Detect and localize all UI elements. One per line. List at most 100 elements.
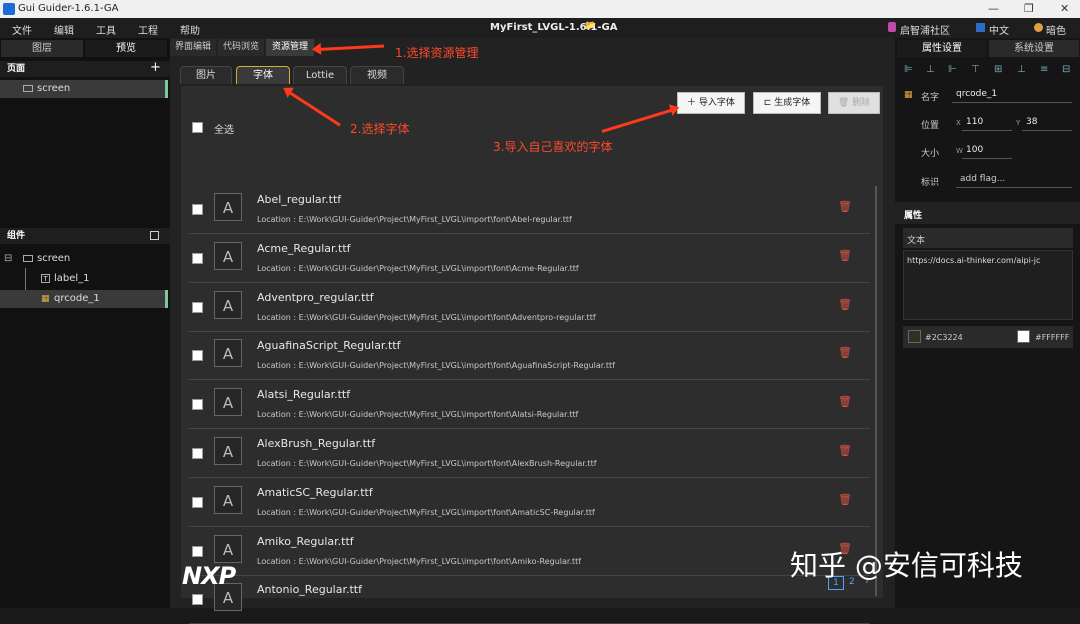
tab-resource-manager[interactable]: 资源管理 bbox=[266, 39, 314, 56]
light-color-value: #FFFFFF bbox=[1035, 333, 1070, 342]
dark-color-swatch[interactable] bbox=[908, 330, 921, 343]
tab-ui-editor[interactable]: 界面编辑 bbox=[170, 39, 216, 56]
flag-input[interactable]: add flag... bbox=[956, 171, 1072, 188]
menu-file[interactable]: 文件 bbox=[12, 22, 32, 37]
font-row-checkbox[interactable] bbox=[192, 594, 203, 606]
text-area[interactable]: https://docs.ai-thinker.com/aipi-jc bbox=[903, 250, 1073, 320]
font-row-checkbox[interactable] bbox=[192, 448, 203, 459]
font-name: Alatsi_Regular.ttf bbox=[257, 388, 351, 402]
font-name: Amiko_Regular.ttf bbox=[257, 534, 354, 548]
font-row[interactable]: A AguafinaScript_Regular.ttf Location : E:… bbox=[189, 332, 870, 381]
trash-icon[interactable]: 🗑 bbox=[838, 493, 852, 506]
font-preview: A bbox=[214, 388, 242, 417]
tree-item-qrcode-1[interactable]: ▦ qrcode_1 bbox=[0, 290, 168, 308]
menu-help[interactable]: 帮助 bbox=[180, 22, 200, 37]
tab-layers[interactable]: 图层 bbox=[1, 40, 83, 57]
close-button[interactable]: ✕ bbox=[1060, 2, 1069, 15]
distribute-h-icon[interactable]: ≡ bbox=[1040, 64, 1048, 75]
scrollbar[interactable] bbox=[875, 186, 877, 596]
distribute-v-icon[interactable]: ⊟ bbox=[1062, 64, 1070, 75]
label-widget-icon: T bbox=[41, 274, 50, 283]
tab-images[interactable]: 图片 bbox=[180, 66, 232, 84]
font-preview: A bbox=[214, 290, 242, 319]
font-row-checkbox[interactable] bbox=[192, 252, 203, 264]
name-input[interactable]: qrcode_1 bbox=[952, 86, 1072, 103]
font-row-checkbox[interactable] bbox=[192, 301, 203, 313]
font-row[interactable]: A Abel_regular.ttf Location : E:\Work\GUI-… bbox=[189, 186, 870, 234]
maximize-button[interactable]: ❐ bbox=[1024, 2, 1034, 15]
x-input[interactable]: 110 bbox=[962, 114, 1012, 131]
align-top-icon[interactable]: ⊤ bbox=[971, 64, 980, 75]
y-input[interactable]: 38 bbox=[1022, 114, 1072, 131]
font-row-checkbox[interactable] bbox=[192, 496, 203, 508]
font-row-checkbox[interactable] bbox=[192, 399, 203, 411]
align-hcenter-icon[interactable]: ⊥ bbox=[926, 64, 935, 75]
font-row[interactable]: A AlexBrush_Regular.ttf Location : E:\Work… bbox=[189, 430, 870, 478]
language-select[interactable]: 中文 bbox=[989, 22, 1009, 37]
tab-code-view[interactable]: 代码浏览 bbox=[218, 39, 264, 56]
trash-icon[interactable]: 🗑 bbox=[838, 249, 852, 262]
generate-icon: ⊏ bbox=[763, 98, 775, 108]
font-row[interactable]: A Antonio_Regular.ttf bbox=[189, 576, 870, 624]
font-row[interactable]: A Alatsi_Regular.ttf Location : E:\Work\GU… bbox=[189, 381, 870, 430]
folder-icon[interactable]: 📂 bbox=[585, 21, 596, 31]
pages-header-label: 页面 bbox=[7, 64, 26, 74]
light-color-swatch[interactable] bbox=[1017, 330, 1030, 343]
align-left-icon[interactable]: ⊫ bbox=[904, 64, 913, 75]
widgets-header-label: 组件 bbox=[7, 231, 26, 241]
dark-color-value: #2C3224 bbox=[925, 333, 963, 342]
props-header: 属性 bbox=[904, 211, 923, 221]
tree-item-label: label_1 bbox=[54, 273, 90, 284]
collapse-icon[interactable]: ⊟ bbox=[4, 250, 12, 268]
align-bottom-icon[interactable]: ⊥ bbox=[1017, 64, 1026, 75]
trash-icon[interactable]: 🗑 bbox=[838, 298, 852, 311]
nxp-logo: NXP bbox=[182, 562, 236, 590]
theme-select[interactable]: 暗色 bbox=[1046, 22, 1066, 37]
menu-edit[interactable]: 编辑 bbox=[54, 22, 74, 37]
font-name: Acme_Regular.ttf bbox=[257, 241, 351, 255]
tab-system-settings[interactable]: 系统设置 bbox=[989, 40, 1079, 57]
app-icon bbox=[3, 3, 15, 15]
tab-lottie[interactable]: Lottie bbox=[293, 66, 347, 84]
annotation-2: 2.选择字体 bbox=[350, 122, 410, 136]
page-item-screen[interactable]: screen bbox=[0, 80, 168, 98]
popout-icon[interactable] bbox=[150, 231, 159, 240]
tab-fonts[interactable]: 字体 bbox=[236, 66, 290, 84]
font-location: Location : E:\Work\GUI-Guider\Project\My… bbox=[257, 410, 579, 420]
trash-icon[interactable]: 🗑 bbox=[838, 346, 852, 359]
tab-video[interactable]: 视频 bbox=[350, 66, 404, 84]
font-row[interactable]: A Adventpro_regular.ttf Location : E:\Work… bbox=[189, 284, 870, 332]
width-input[interactable]: 100 bbox=[962, 142, 1012, 159]
trash-icon[interactable]: 🗑 bbox=[838, 444, 852, 457]
delete-label: 删除 bbox=[852, 98, 871, 108]
font-name: Abel_regular.ttf bbox=[257, 193, 342, 206]
title-bar: Gui Guider-1.6.1-GA — ❐ ✕ bbox=[0, 0, 1080, 18]
text-label: 文本 bbox=[907, 236, 926, 246]
add-page-button[interactable]: + bbox=[150, 60, 161, 75]
delete-button[interactable]: 🗑 删除 bbox=[828, 92, 880, 114]
font-row-checkbox[interactable] bbox=[192, 545, 203, 557]
font-row-checkbox[interactable] bbox=[192, 204, 203, 215]
tab-properties[interactable]: 属性设置 bbox=[897, 40, 987, 57]
import-font-button[interactable]: ＋ 导入字体 bbox=[677, 92, 745, 114]
align-right-icon[interactable]: ⊩ bbox=[948, 64, 957, 75]
trash-icon[interactable]: 🗑 bbox=[838, 395, 852, 408]
menu-project[interactable]: 工程 bbox=[138, 22, 158, 37]
tree-item-label-1[interactable]: T label_1 bbox=[0, 270, 168, 288]
generate-font-button[interactable]: ⊏ 生成字体 bbox=[753, 92, 821, 114]
font-row-checkbox[interactable] bbox=[192, 350, 203, 362]
font-row[interactable]: A AmaticSC_Regular.ttf Location : E:\Work\… bbox=[189, 479, 870, 527]
tree-item-screen[interactable]: ⊟ screen bbox=[0, 250, 168, 268]
x-label: X bbox=[956, 119, 961, 127]
community-link[interactable]: 启智浦社区 bbox=[900, 22, 950, 37]
community-icon bbox=[888, 22, 896, 32]
select-all-checkbox[interactable] bbox=[192, 122, 203, 133]
font-row[interactable]: A Acme_Regular.ttf Location : E:\Work\GUI-… bbox=[189, 235, 870, 283]
minimize-button[interactable]: — bbox=[988, 2, 999, 15]
menu-tools[interactable]: 工具 bbox=[96, 22, 116, 37]
trash-icon[interactable]: 🗑 bbox=[838, 200, 852, 213]
font-row[interactable]: A Amiko_Regular.ttf Location : E:\Work\GUI… bbox=[189, 528, 870, 576]
tab-preview[interactable]: 预览 bbox=[85, 40, 167, 57]
language-icon bbox=[976, 23, 985, 32]
align-vcenter-icon[interactable]: ⊞ bbox=[994, 64, 1002, 75]
